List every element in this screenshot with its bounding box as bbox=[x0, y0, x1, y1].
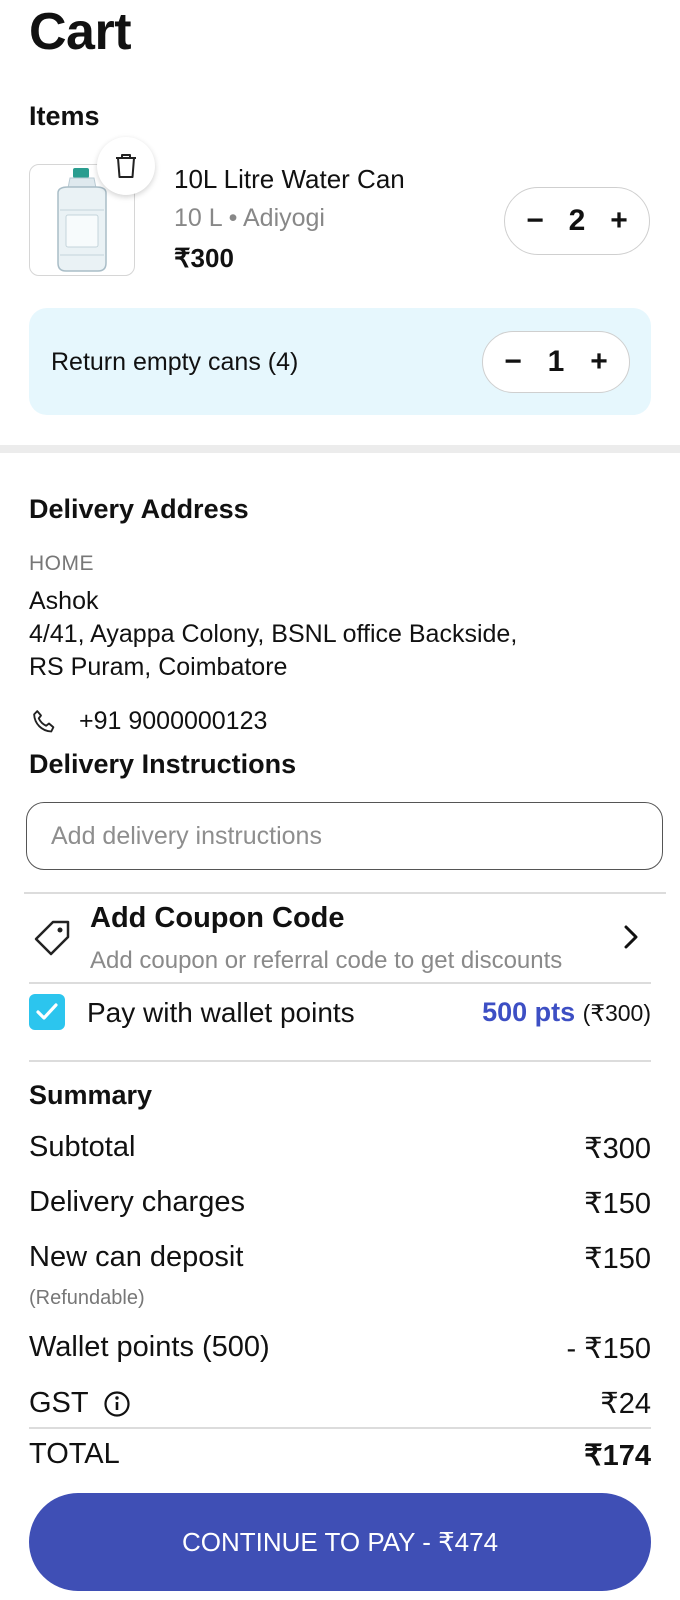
tag-icon bbox=[29, 915, 75, 966]
total-label: TOTAL bbox=[29, 1438, 120, 1470]
items-heading: Items bbox=[29, 101, 100, 131]
product-price: ₹300 bbox=[174, 243, 234, 273]
summary-row-subtotal: Subtotal ₹300 bbox=[29, 1131, 651, 1166]
quantity-stepper[interactable]: − 2 + bbox=[504, 187, 650, 255]
return-cans-stepper[interactable]: − 1 + bbox=[482, 331, 630, 393]
deposit-value: ₹150 bbox=[584, 1243, 651, 1275]
delivery-address-heading: Delivery Address bbox=[29, 494, 249, 524]
section-divider bbox=[0, 445, 680, 453]
wallet-points-rupees: (₹300) bbox=[582, 1000, 651, 1026]
wallet-checkbox[interactable] bbox=[29, 994, 65, 1030]
return-increment-button[interactable]: + bbox=[579, 345, 619, 379]
gst-label: GST bbox=[29, 1387, 89, 1419]
deposit-refundable-note: (Refundable) bbox=[29, 1287, 145, 1309]
deposit-label: New can deposit bbox=[29, 1241, 244, 1273]
summary-row-gst: GST ₹24 bbox=[29, 1386, 651, 1421]
subtotal-label: Subtotal bbox=[29, 1131, 136, 1163]
wallet-points: 500 pts (₹300) bbox=[482, 997, 651, 1028]
remove-item-button[interactable] bbox=[97, 137, 155, 195]
coupon-title: Add Coupon Code bbox=[90, 902, 345, 934]
phone-number: +91 9000000123 bbox=[79, 707, 268, 735]
chevron-right-icon[interactable] bbox=[622, 924, 640, 955]
address-line-1: 4/41, Ayappa Colony, BSNL office Backsid… bbox=[29, 620, 518, 648]
summary-row-total: TOTAL ₹174 bbox=[29, 1438, 651, 1473]
quantity-value: 2 bbox=[568, 204, 586, 237]
trash-icon bbox=[116, 154, 136, 178]
return-quantity-value: 1 bbox=[547, 345, 565, 378]
continue-to-pay-button[interactable]: CONTINUE TO PAY - ₹474 bbox=[29, 1493, 651, 1591]
divider bbox=[29, 1427, 651, 1429]
check-icon bbox=[36, 1003, 58, 1020]
summary-row-deposit: New can deposit ₹150 bbox=[29, 1241, 651, 1276]
return-decrement-button[interactable]: − bbox=[493, 345, 533, 379]
wallet-points-summary-value: - ₹150 bbox=[566, 1333, 651, 1365]
product-name: 10L Litre Water Can bbox=[174, 164, 405, 194]
delivery-instructions-heading: Delivery Instructions bbox=[29, 749, 297, 779]
wallet-points-summary-label: Wallet points (500) bbox=[29, 1331, 270, 1363]
return-cans-label: Return empty cans (4) bbox=[51, 348, 299, 376]
summary-heading: Summary bbox=[29, 1080, 153, 1110]
phone-icon bbox=[29, 708, 59, 743]
total-value: ₹174 bbox=[584, 1440, 651, 1472]
subtotal-value: ₹300 bbox=[584, 1133, 651, 1165]
info-icon[interactable] bbox=[103, 1390, 131, 1418]
address-line-2: RS Puram, Coimbatore bbox=[29, 653, 288, 681]
delivery-charges-value: ₹150 bbox=[584, 1188, 651, 1220]
product-meta: 10 L • Adiyogi bbox=[174, 204, 325, 232]
delivery-charges-label: Delivery charges bbox=[29, 1186, 245, 1218]
summary-row-delivery: Delivery charges ₹150 bbox=[29, 1186, 651, 1221]
page-title: Cart bbox=[29, 3, 132, 61]
wallet-label: Pay with wallet points bbox=[87, 997, 355, 1028]
increment-button[interactable]: + bbox=[599, 204, 639, 238]
address-name: Ashok bbox=[29, 587, 99, 615]
gst-value: ₹24 bbox=[600, 1388, 651, 1420]
divider bbox=[29, 1060, 651, 1062]
delivery-instructions-input[interactable] bbox=[26, 802, 663, 870]
address-type-label: HOME bbox=[29, 552, 94, 575]
gst-label-group: GST bbox=[29, 1386, 131, 1421]
decrement-button[interactable]: − bbox=[515, 204, 555, 238]
coupon-subtitle: Add coupon or referral code to get disco… bbox=[90, 947, 563, 974]
wallet-points-value: 500 pts bbox=[482, 997, 576, 1027]
divider bbox=[29, 982, 651, 984]
summary-row-wallet: Wallet points (500) - ₹150 bbox=[29, 1331, 651, 1366]
